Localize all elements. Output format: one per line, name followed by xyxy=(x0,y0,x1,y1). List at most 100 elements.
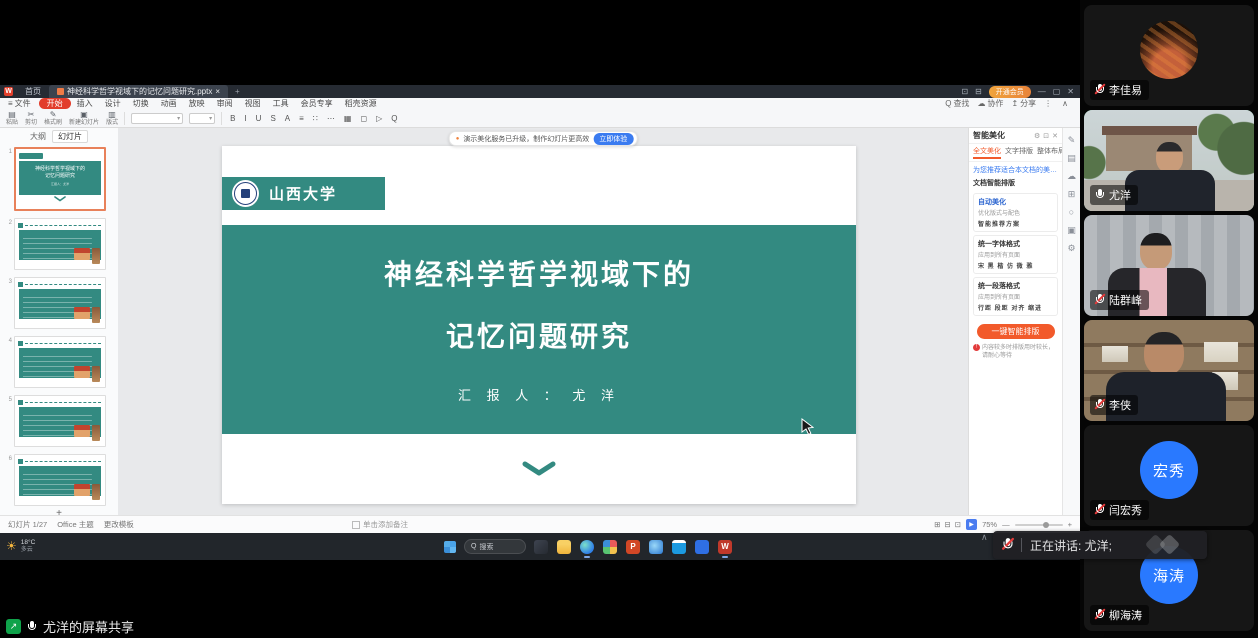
ribbon-small-button[interactable]: ⋯ xyxy=(325,114,337,123)
collapse-caret-icon[interactable]: ∧ xyxy=(981,532,988,543)
mic-muted-icon[interactable] xyxy=(1002,538,1014,552)
change-template-button[interactable]: 更改模板 xyxy=(104,519,134,530)
close-icon[interactable]: ✕ xyxy=(1067,87,1074,96)
ribbon-button[interactable]: ▣ 新建幻灯片 xyxy=(69,111,99,126)
participant-tile[interactable]: 宏秀 闫宏秀 xyxy=(1084,425,1254,526)
maximize-icon[interactable]: ▢ xyxy=(1053,87,1061,96)
menu-tab[interactable]: 审阅 xyxy=(211,98,239,109)
ribbon-button[interactable]: ✎ 格式刷 xyxy=(44,111,62,126)
view-mode-icon[interactable]: ⊞ xyxy=(934,520,940,529)
slide-thumbnail-box[interactable] xyxy=(14,277,106,329)
view-mode-icon[interactable]: ⊡ xyxy=(955,520,961,529)
zoom-slider-knob[interactable] xyxy=(1043,522,1049,528)
close-tab-icon[interactable]: × xyxy=(215,85,220,98)
tab-home[interactable]: 首页 xyxy=(17,85,49,98)
participant-tile[interactable]: 陆群峰 xyxy=(1084,215,1254,316)
slide-thumbnail-box[interactable] xyxy=(14,454,106,506)
ribbon-small-button[interactable]: ▦ xyxy=(342,114,354,123)
ribbon-button[interactable]: ▤ 粘贴 xyxy=(6,111,18,126)
zoom-in-button[interactable]: + xyxy=(1068,520,1072,529)
tab-outline[interactable]: 大纲 xyxy=(30,131,46,142)
minimize-icon[interactable]: — xyxy=(1038,87,1046,96)
slide-thumbnail-box[interactable] xyxy=(14,336,106,388)
slide-thumbnail[interactable]: 2 xyxy=(0,218,118,270)
menu-tab[interactable]: 稻壳资源 xyxy=(339,98,383,109)
add-slide-button[interactable]: + xyxy=(0,508,118,515)
menu-tab[interactable]: 工具 xyxy=(267,98,295,109)
editing-canvas[interactable]: ● 演示美化服务已升级，制作幻灯片更高效 立即体验 山西大学 神经科学哲学视域下… xyxy=(118,128,968,515)
checkbox-icon[interactable] xyxy=(352,521,360,529)
zoom-slider[interactable] xyxy=(1015,524,1063,526)
menubar-right-button[interactable]: ∧ xyxy=(1062,99,1070,108)
ribbon-small-button[interactable]: Q xyxy=(389,114,399,123)
notes-hint[interactable]: 单击添加备注 xyxy=(352,519,408,530)
slide-thumbnail-box[interactable]: 神经科学哲学视域下的 记忆问题研究 汇报人：尤洋 xyxy=(14,147,106,211)
taskbar-app-icon[interactable] xyxy=(557,540,571,554)
new-tab-button[interactable]: + xyxy=(228,87,247,96)
ribbon-small-button[interactable]: ▷ xyxy=(374,114,384,123)
close-icon[interactable]: ✕ xyxy=(1052,132,1058,140)
menu-tab[interactable]: 设计 xyxy=(99,98,127,109)
view-mode-icon[interactable]: ⊟ xyxy=(945,520,951,529)
menu-tab[interactable]: 开始 xyxy=(39,98,71,109)
side-tool-icon[interactable]: ▤ xyxy=(1067,154,1076,163)
ribbon-small-button[interactable]: I xyxy=(242,114,248,123)
taskbar-app-icon[interactable]: P xyxy=(626,540,640,554)
slide-thumbnail[interactable]: 6 xyxy=(0,454,118,506)
theme-name[interactable]: Office 主题 xyxy=(57,519,94,530)
ribbon-small-button[interactable]: A xyxy=(283,114,292,123)
slide-thumbnail[interactable]: 1 神经科学哲学视域下的 记忆问题研究 汇报人：尤洋 xyxy=(0,147,118,211)
menu-tab[interactable]: 会员专享 xyxy=(295,98,339,109)
menu-tab[interactable]: 插入 xyxy=(71,98,99,109)
ribbon-small-button[interactable]: U xyxy=(254,114,264,123)
ribbon-button[interactable]: ▥ 版式 xyxy=(106,111,118,126)
slide-thumbnail[interactable]: 3 xyxy=(0,277,118,329)
layout-icon[interactable]: ⊟ xyxy=(975,87,982,96)
zoom-out-button[interactable]: — xyxy=(1002,520,1010,529)
tab-slides[interactable]: 幻灯片 xyxy=(52,130,88,143)
popout-icon[interactable]: ⊡ xyxy=(1043,132,1049,140)
slide[interactable]: 山西大学 神经科学哲学视域下的 记忆问题研究 汇 报 人 ： 尤 洋 xyxy=(222,146,856,504)
ribbon-button[interactable]: ✂ 剪切 xyxy=(25,111,37,126)
side-tool-icon[interactable]: ○ xyxy=(1069,208,1074,217)
taskbar-weather[interactable]: ☀ 18°C 多云 xyxy=(0,539,35,553)
slide-thumbnail-box[interactable] xyxy=(14,218,106,270)
title-block[interactable]: 神经科学哲学视域下的 记忆问题研究 汇 报 人 ： 尤 洋 xyxy=(222,225,856,434)
beautify-card[interactable]: 统一字体格式 应用到所有页面 宋 黑 楷 仿 微 雅 xyxy=(973,235,1058,274)
menu-tab[interactable]: 放映 xyxy=(183,98,211,109)
menu-tab[interactable]: 视图 xyxy=(239,98,267,109)
font-family-select[interactable]: ▾ xyxy=(131,113,183,124)
popout-icon[interactable]: ⊡ xyxy=(961,87,968,96)
recommend-link[interactable]: 为您推荐适合本文档的美化方案 xyxy=(969,162,1062,176)
side-tool-icon[interactable]: ⚙ xyxy=(1067,244,1075,253)
side-tool-icon[interactable]: ✎ xyxy=(1068,136,1076,145)
menu-file[interactable]: ≡ 文件 xyxy=(0,98,39,109)
side-tool-icon[interactable]: ☁ xyxy=(1067,172,1076,181)
beautify-card[interactable]: 自动美化 优化版式与配色 智能推荐方案 xyxy=(973,193,1058,232)
ribbon-small-button[interactable]: S xyxy=(268,114,277,123)
pane-tab[interactable]: 整体布局 xyxy=(1037,146,1062,159)
menubar-right-button[interactable]: ↥ 分享 xyxy=(1011,98,1036,109)
side-tool-icon[interactable]: ⊞ xyxy=(1068,190,1076,199)
ribbon-small-button[interactable]: ◻ xyxy=(358,114,369,123)
slide-thumbnail-box[interactable] xyxy=(14,395,106,447)
ribbon-small-button[interactable]: B xyxy=(228,114,237,123)
taskbar-app-icon[interactable] xyxy=(695,540,709,554)
beautify-card[interactable]: 统一段落格式 应用到所有页面 行距 段距 对齐 缩进 xyxy=(973,277,1058,316)
menubar-right-button[interactable]: ☁ 协作 xyxy=(977,98,1003,109)
taskbar-app-icon[interactable] xyxy=(534,540,548,554)
play-slideshow-button[interactable]: ▶ xyxy=(966,519,977,530)
taskbar-app-icon[interactable] xyxy=(603,540,617,554)
taskbar-app-icon[interactable]: W xyxy=(718,540,732,554)
ribbon-small-button[interactable]: ∷ xyxy=(311,114,320,123)
ribbon-small-button[interactable]: ≡ xyxy=(297,114,306,123)
apply-beautify-button[interactable]: 一键智能排版 xyxy=(977,324,1055,339)
participant-tile[interactable]: 李佳易 xyxy=(1084,5,1254,106)
promo-button[interactable]: 立即体验 xyxy=(593,133,633,145)
font-size-select[interactable]: ▾ xyxy=(189,113,215,124)
tab-document[interactable]: 神经科学哲学视域下的记忆问题研究.pptx × xyxy=(49,85,228,98)
pane-tab[interactable]: 全文美化 xyxy=(973,146,1001,159)
taskbar-app-icon[interactable] xyxy=(649,540,663,554)
taskbar-app-icon[interactable] xyxy=(672,540,686,554)
menu-tab[interactable]: 动画 xyxy=(155,98,183,109)
